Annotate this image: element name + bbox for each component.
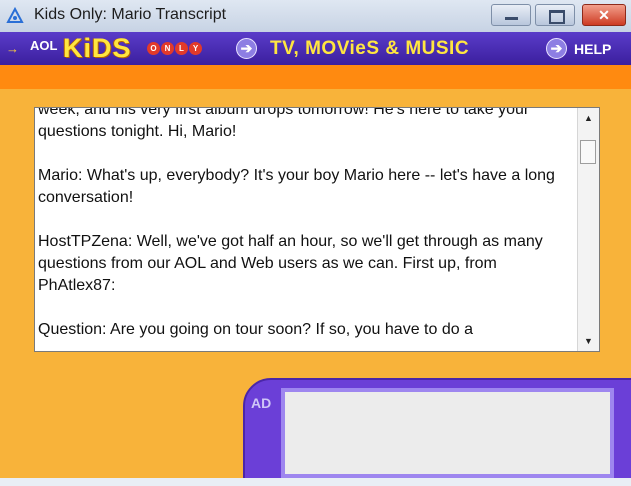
maximize-icon	[549, 10, 565, 24]
arrow-right-circle-icon[interactable]: ➔	[236, 38, 257, 59]
scroll-down-arrow-icon[interactable]: ▼	[578, 331, 599, 351]
transcript-box[interactable]: week, and his very first album drops tom…	[34, 107, 600, 352]
close-button[interactable]: ✕	[582, 4, 626, 26]
transcript-paragraph: HostTPZena: Well, we've got half an hour…	[38, 233, 543, 294]
scroll-up-arrow-icon[interactable]: ▲	[578, 108, 599, 128]
ad-label: AD	[251, 395, 272, 411]
only-letter: L	[175, 42, 188, 55]
ad-slot[interactable]	[281, 388, 614, 478]
window-title: Kids Only: Mario Transcript	[34, 6, 227, 23]
aol-logo-text[interactable]: AOL	[30, 38, 57, 53]
window-bottom-edge	[0, 478, 631, 486]
only-letter: O	[147, 42, 160, 55]
only-letter: Y	[189, 42, 202, 55]
orange-divider	[0, 65, 631, 89]
aol-triangle-icon	[6, 6, 24, 23]
vertical-scrollbar[interactable]: ▲ ▼	[577, 108, 599, 351]
transcript-text: week, and his very first album drops tom…	[38, 107, 570, 351]
nav-tv-movies-music[interactable]: TV, MOVieS & MUSIC	[270, 38, 469, 60]
kids-logo[interactable]: KiDS	[63, 33, 132, 64]
minimize-icon	[505, 17, 518, 20]
kids-nav-bar: → AOL KiDS O N L Y ➔ TV, MOVieS & MUSIC …	[0, 32, 631, 65]
transcript-paragraph: Mario: What's up, everybody? It's your b…	[38, 167, 555, 206]
close-icon: ✕	[598, 7, 610, 23]
title-bar[interactable]: Kids Only: Mario Transcript ✕	[0, 0, 631, 33]
transcript-paragraph: week, and his very first album drops tom…	[38, 107, 530, 140]
only-badge: O N L Y	[147, 42, 202, 55]
minimize-button[interactable]	[491, 4, 531, 26]
arrow-right-circle-icon[interactable]: ➔	[546, 38, 567, 59]
app-window: Kids Only: Mario Transcript ✕ → AOL KiDS…	[0, 0, 631, 486]
help-link[interactable]: HELP	[574, 41, 611, 57]
scroll-thumb[interactable]	[580, 140, 596, 164]
transcript-paragraph: Question: Are you going on tour soon? If…	[38, 321, 473, 338]
maximize-button[interactable]	[535, 4, 575, 26]
aol-arrow-icon: →	[6, 41, 19, 56]
only-letter: N	[161, 42, 174, 55]
